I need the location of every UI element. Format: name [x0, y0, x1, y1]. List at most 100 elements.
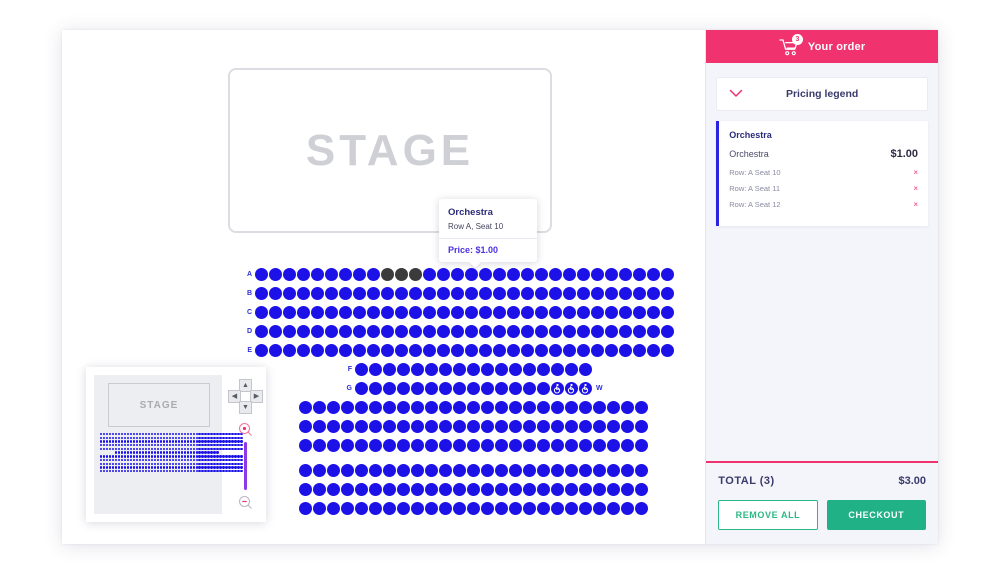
seat[interactable] [621, 400, 634, 414]
seat[interactable] [565, 463, 578, 477]
seat[interactable] [495, 362, 508, 376]
seat[interactable] [451, 343, 464, 357]
seat[interactable] [395, 286, 408, 300]
seat[interactable] [439, 400, 452, 414]
seat[interactable] [311, 324, 324, 338]
seat[interactable] [467, 463, 480, 477]
seat[interactable] [591, 324, 604, 338]
seat[interactable] [577, 286, 590, 300]
seat[interactable] [537, 362, 550, 376]
seat[interactable] [647, 267, 660, 281]
seat[interactable] [425, 400, 438, 414]
seat[interactable] [507, 324, 520, 338]
seat[interactable] [565, 419, 578, 433]
seat[interactable] [439, 463, 452, 477]
seat[interactable] [453, 362, 466, 376]
seat[interactable] [453, 501, 466, 515]
seat[interactable] [647, 343, 660, 357]
seat[interactable] [269, 267, 282, 281]
seat[interactable] [467, 419, 480, 433]
seat[interactable] [367, 324, 380, 338]
seat[interactable] [493, 324, 506, 338]
seat[interactable] [409, 324, 422, 338]
seat[interactable] [621, 501, 634, 515]
seat[interactable] [283, 305, 296, 319]
seat[interactable] [465, 286, 478, 300]
seat[interactable] [619, 343, 632, 357]
seat[interactable] [423, 286, 436, 300]
seat[interactable] [537, 463, 550, 477]
seat[interactable] [369, 362, 382, 376]
seat[interactable] [339, 343, 352, 357]
zoom-slider-track[interactable] [244, 442, 247, 490]
seat[interactable] [255, 286, 268, 300]
seat[interactable] [411, 463, 424, 477]
seat[interactable] [341, 501, 354, 515]
seat[interactable] [425, 438, 438, 452]
seat[interactable] [479, 305, 492, 319]
seat[interactable] [661, 286, 674, 300]
seat[interactable] [341, 482, 354, 496]
seat[interactable] [325, 267, 338, 281]
seat[interactable] [507, 286, 520, 300]
seat[interactable] [425, 482, 438, 496]
seat[interactable] [563, 267, 576, 281]
remove-seat-icon[interactable]: × [913, 200, 918, 209]
seat[interactable] [579, 482, 592, 496]
seat[interactable] [439, 381, 452, 395]
seat[interactable] [537, 419, 550, 433]
seat[interactable] [619, 286, 632, 300]
seat-selected[interactable] [395, 267, 408, 281]
seat[interactable] [465, 305, 478, 319]
seat[interactable] [523, 362, 536, 376]
seat[interactable] [397, 381, 410, 395]
seat[interactable] [397, 400, 410, 414]
seat[interactable] [325, 286, 338, 300]
seat[interactable] [563, 286, 576, 300]
seat[interactable] [509, 419, 522, 433]
seat[interactable] [605, 324, 618, 338]
seat[interactable] [607, 438, 620, 452]
seat[interactable] [453, 463, 466, 477]
seat[interactable] [507, 343, 520, 357]
seat[interactable] [479, 267, 492, 281]
seat[interactable] [537, 381, 550, 395]
minimap-panel[interactable]: STAGE ▲ ◀ ▶ ▼ [86, 367, 266, 522]
seat[interactable] [297, 324, 310, 338]
seat[interactable] [283, 286, 296, 300]
seat[interactable] [367, 305, 380, 319]
seat[interactable] [299, 463, 312, 477]
seat[interactable] [341, 463, 354, 477]
seat[interactable] [367, 343, 380, 357]
seat[interactable] [481, 400, 494, 414]
seat[interactable] [481, 419, 494, 433]
seat[interactable] [313, 400, 326, 414]
seat[interactable] [383, 501, 396, 515]
seat[interactable] [311, 343, 324, 357]
seat[interactable] [537, 400, 550, 414]
seat[interactable] [341, 438, 354, 452]
seat[interactable] [509, 463, 522, 477]
seat[interactable] [339, 305, 352, 319]
seat[interactable] [661, 267, 674, 281]
seat[interactable] [411, 400, 424, 414]
seat[interactable] [661, 343, 674, 357]
seat[interactable] [283, 343, 296, 357]
seat[interactable] [647, 324, 660, 338]
seat[interactable] [465, 324, 478, 338]
seat[interactable] [495, 381, 508, 395]
seat[interactable] [397, 438, 410, 452]
seat[interactable] [593, 400, 606, 414]
seat[interactable] [579, 438, 592, 452]
seat[interactable] [355, 482, 368, 496]
seat[interactable] [577, 267, 590, 281]
seat[interactable] [353, 343, 366, 357]
seat[interactable] [607, 419, 620, 433]
seat[interactable] [411, 381, 424, 395]
seat[interactable] [341, 419, 354, 433]
remove-all-button[interactable]: REMOVE ALL [718, 500, 818, 530]
seat[interactable] [339, 267, 352, 281]
seat[interactable] [579, 400, 592, 414]
seat[interactable] [439, 482, 452, 496]
seat[interactable] [521, 305, 534, 319]
